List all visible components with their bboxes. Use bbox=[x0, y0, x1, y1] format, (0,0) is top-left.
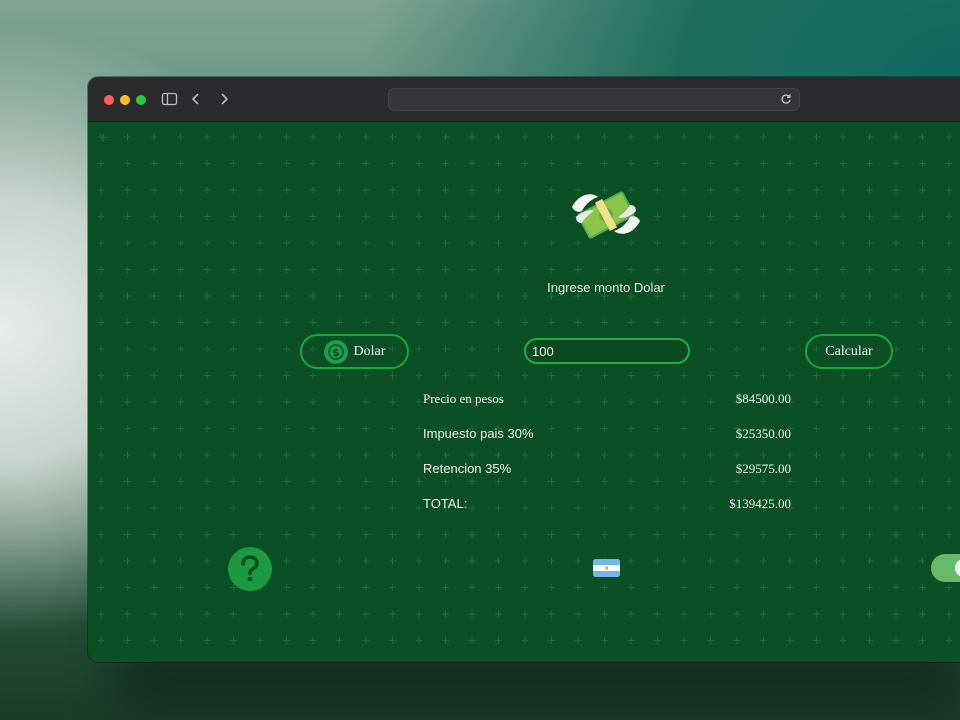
sidebar-toggle-icon[interactable] bbox=[160, 90, 180, 108]
result-label: Precio en pesos bbox=[423, 391, 504, 406]
result-value: $84500.00 bbox=[735, 391, 791, 406]
zoom-window-button[interactable] bbox=[136, 95, 146, 105]
dollar-coin-icon: $ bbox=[323, 339, 348, 364]
amount-input[interactable] bbox=[524, 338, 690, 364]
question-mark-icon bbox=[241, 555, 259, 582]
address-bar[interactable] bbox=[388, 88, 800, 111]
result-row-price: Precio en pesos $84500.00 bbox=[423, 384, 791, 419]
argentina-flag-icon[interactable] bbox=[593, 559, 620, 577]
result-value: $25350.00 bbox=[735, 426, 791, 441]
currency-select-button[interactable]: $ Dolar bbox=[300, 334, 409, 369]
reload-icon[interactable] bbox=[779, 92, 793, 106]
browser-toolbar bbox=[88, 77, 960, 122]
help-button[interactable] bbox=[228, 547, 272, 591]
result-row-retention: Retencion 35% $29575.00 bbox=[423, 454, 791, 489]
amount-prompt: Ingrese monto Dolar bbox=[547, 280, 665, 295]
result-value: $139425.00 bbox=[729, 496, 791, 511]
forward-arrow-icon[interactable] bbox=[214, 90, 234, 108]
result-value: $29575.00 bbox=[735, 461, 791, 476]
close-window-button[interactable] bbox=[104, 95, 114, 105]
results-list: Precio en pesos $84500.00 Impuesto pais … bbox=[423, 384, 791, 524]
calculate-button[interactable]: Calcular bbox=[805, 334, 893, 369]
result-label: Impuesto pais 30% bbox=[423, 426, 534, 441]
result-label: Retencion 35% bbox=[423, 461, 512, 476]
minimize-window-button[interactable] bbox=[120, 95, 130, 105]
back-arrow-icon[interactable] bbox=[186, 90, 206, 108]
currency-label: Dolar bbox=[353, 343, 386, 359]
browser-window: $ Ingrese monto Dolar $ Dolar Calcular P… bbox=[88, 77, 960, 662]
toggle-switch[interactable] bbox=[931, 554, 960, 582]
result-row-tax: Impuesto pais 30% $25350.00 bbox=[423, 419, 791, 454]
money-with-wings-icon: $ bbox=[572, 191, 640, 239]
result-label: TOTAL: bbox=[423, 496, 468, 511]
app-content: $ Ingrese monto Dolar $ Dolar Calcular P… bbox=[88, 122, 960, 662]
svg-text:$: $ bbox=[332, 346, 340, 359]
toggle-knob bbox=[955, 559, 960, 577]
result-row-total: TOTAL: $139425.00 bbox=[423, 489, 791, 524]
